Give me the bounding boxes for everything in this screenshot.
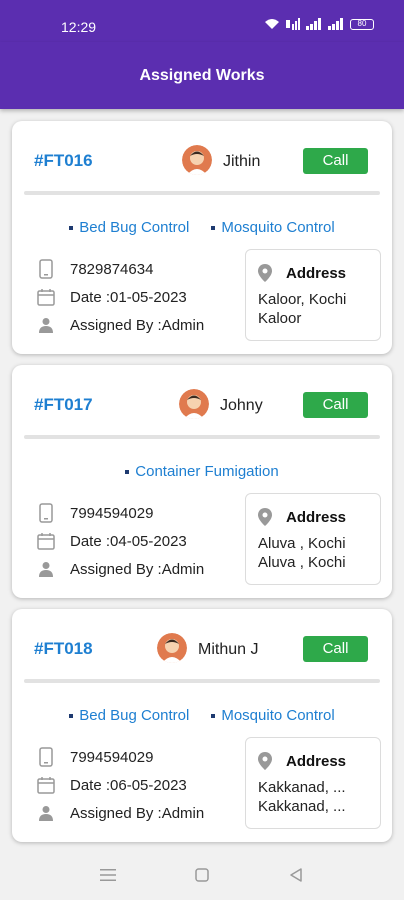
work-list[interactable]: #FT016 Jithin Call Bed Bug Control Mosqu…: [0, 109, 404, 849]
bullet-icon: [211, 225, 216, 230]
work-card[interactable]: #FT016 Jithin Call Bed Bug Control Mosqu…: [12, 121, 392, 354]
recents-button[interactable]: [100, 867, 116, 883]
back-triangle-icon: [290, 867, 302, 882]
location-pin-icon: [258, 508, 272, 526]
location-pin-icon: [258, 264, 272, 282]
address-label: Address: [286, 752, 347, 770]
battery-icon: 80: [350, 18, 374, 30]
phone-row[interactable]: 7994594029: [36, 499, 204, 527]
service-tag[interactable]: Mosquito Control: [211, 219, 335, 236]
address-label: Address: [286, 508, 347, 526]
date-row: Date :06-05-2023: [36, 771, 204, 799]
service-label: Mosquito Control: [221, 219, 335, 236]
divider: [24, 435, 380, 439]
address-line-1: Aluva , Kochi: [258, 535, 346, 552]
person-icon: [36, 803, 56, 823]
calendar-icon: [36, 531, 56, 551]
work-date: Date :04-05-2023: [70, 532, 187, 550]
wifi-icon: [265, 19, 279, 29]
person-icon: [36, 315, 56, 335]
work-info: 7829874634 Date :01-05-2023 Assigned By …: [36, 255, 204, 339]
status-icons: 80: [264, 18, 374, 30]
work-card[interactable]: #FT017 Johny Call Container Fumigation 7…: [12, 365, 392, 598]
menu-icon: [100, 868, 116, 881]
system-nav-bar: [0, 849, 404, 900]
work-card[interactable]: #FT018 Mithun J Call Bed Bug Control Mos…: [12, 609, 392, 842]
call-button[interactable]: Call: [303, 636, 368, 662]
date-row: Date :04-05-2023: [36, 527, 204, 555]
work-info: 7994594029 Date :04-05-2023 Assigned By …: [36, 499, 204, 583]
service-tag[interactable]: Container Fumigation: [125, 463, 279, 480]
avatar: [157, 633, 187, 663]
signal-icon-2: [328, 18, 343, 30]
address-line-2: Kakkanad, ...: [258, 798, 346, 815]
bullet-icon: [211, 713, 216, 718]
work-id: #FT018: [34, 639, 93, 658]
phone-icon: [36, 747, 56, 767]
assigned-row: Assigned By :Admin: [36, 799, 204, 827]
address-line-1: Kakkanad, ...: [258, 779, 346, 796]
call-signal-icon: [286, 18, 300, 30]
phone-number: 7829874634: [70, 260, 154, 278]
phone-number: 7994594029: [70, 504, 154, 522]
home-button[interactable]: [194, 867, 210, 883]
customer-name: Mithun J: [198, 641, 259, 658]
work-id: #FT017: [34, 395, 93, 414]
calendar-icon: [36, 287, 56, 307]
bullet-icon: [69, 225, 74, 230]
service-tag[interactable]: Bed Bug Control: [69, 219, 189, 236]
divider: [24, 191, 380, 195]
divider: [24, 679, 380, 683]
bullet-icon: [69, 713, 74, 718]
address-box: Address Kaloor, Kochi Kaloor: [245, 249, 381, 341]
work-info: 7994594029 Date :06-05-2023 Assigned By …: [36, 743, 204, 827]
phone-row[interactable]: 7829874634: [36, 255, 204, 283]
person-icon: [36, 559, 56, 579]
bullet-icon: [125, 469, 130, 474]
address-line-2: Kaloor: [258, 310, 302, 327]
services-list: Container Fumigation: [12, 463, 392, 480]
date-row: Date :01-05-2023: [36, 283, 204, 311]
customer-name: Jithin: [223, 153, 261, 170]
assigned-by: Assigned By :Admin: [70, 316, 205, 334]
service-label: Bed Bug Control: [79, 219, 190, 236]
call-button[interactable]: Call: [303, 148, 368, 174]
service-label: Mosquito Control: [221, 707, 335, 724]
assigned-row: Assigned By :Admin: [36, 311, 204, 339]
work-date: Date :06-05-2023: [70, 776, 187, 794]
back-button[interactable]: [288, 867, 304, 883]
service-label: Bed Bug Control: [79, 707, 190, 724]
address-line-2: Aluva , Kochi: [258, 554, 346, 571]
work-id: #FT016: [34, 151, 93, 170]
work-date: Date :01-05-2023: [70, 288, 187, 306]
phone-icon: [36, 503, 56, 523]
address-box: Address Kakkanad, ... Kakkanad, ...: [245, 737, 381, 829]
status-time: 12:29: [61, 19, 97, 35]
phone-row[interactable]: 7994594029: [36, 743, 204, 771]
phone-icon: [36, 259, 56, 279]
address-line-1: Kaloor, Kochi: [258, 291, 347, 308]
app-bar: Assigned Works: [0, 42, 404, 109]
phone-number: 7994594029: [70, 748, 154, 766]
status-bar: 12:29 80: [0, 0, 404, 42]
call-button[interactable]: Call: [303, 392, 368, 418]
avatar: [182, 145, 212, 175]
service-tag[interactable]: Mosquito Control: [211, 707, 335, 724]
assigned-by: Assigned By :Admin: [70, 804, 205, 822]
location-pin-icon: [258, 752, 272, 770]
square-icon: [195, 867, 209, 882]
customer-name: Johny: [220, 397, 263, 414]
assigned-row: Assigned By :Admin: [36, 555, 204, 583]
address-label: Address: [286, 264, 347, 282]
services-list: Bed Bug Control Mosquito Control: [12, 707, 392, 724]
service-tag[interactable]: Bed Bug Control: [69, 707, 189, 724]
assigned-by: Assigned By :Admin: [70, 560, 205, 578]
service-label: Container Fumigation: [135, 463, 279, 480]
services-list: Bed Bug Control Mosquito Control: [12, 219, 392, 236]
address-box: Address Aluva , Kochi Aluva , Kochi: [245, 493, 381, 585]
signal-icon: [306, 18, 321, 30]
calendar-icon: [36, 775, 56, 795]
page-title: Assigned Works: [139, 66, 265, 84]
avatar: [179, 389, 209, 419]
